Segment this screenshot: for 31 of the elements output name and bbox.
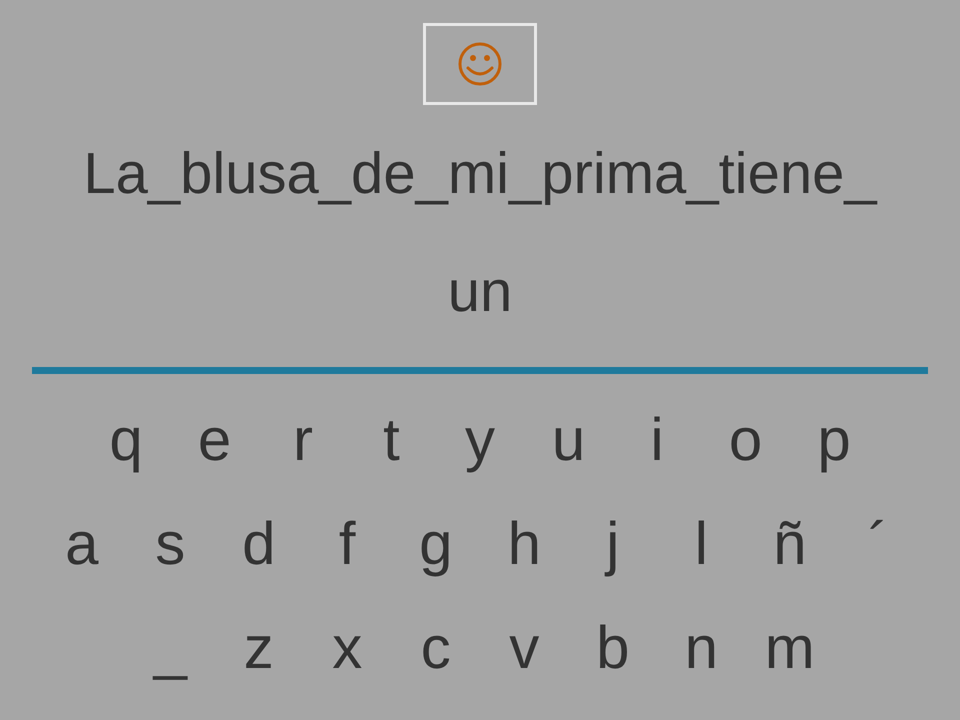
- letter-key[interactable]: v: [480, 613, 568, 683]
- letter-key[interactable]: b: [568, 613, 657, 683]
- letter-key[interactable]: s: [126, 509, 214, 579]
- letter-key[interactable]: n: [657, 613, 746, 683]
- letter-key[interactable]: h: [480, 509, 568, 579]
- letter-key[interactable]: m: [746, 613, 834, 683]
- letter-key[interactable]: q: [82, 405, 170, 475]
- letter-key[interactable]: z: [214, 613, 303, 683]
- letter-key[interactable]: d: [214, 509, 303, 579]
- sentence-text: La_blusa_de_mi_prima_tiene_: [83, 140, 877, 208]
- letter-key[interactable]: u: [524, 405, 613, 475]
- letter-key[interactable]: e: [170, 405, 259, 475]
- letter-key[interactable]: ´: [834, 509, 922, 579]
- hint-button[interactable]: [423, 23, 537, 105]
- letter-key[interactable]: t: [347, 405, 436, 475]
- letter-key[interactable]: y: [436, 405, 524, 475]
- letter-key[interactable]: a: [38, 509, 126, 579]
- letter-key[interactable]: o: [701, 405, 790, 475]
- letter-key[interactable]: c: [392, 613, 480, 683]
- letter-key[interactable]: r: [258, 405, 348, 475]
- smiley-icon: [458, 42, 502, 86]
- letter-key[interactable]: l: [657, 509, 746, 579]
- letter-key[interactable]: g: [392, 509, 480, 579]
- letter-key[interactable]: p: [790, 405, 878, 475]
- letter-key[interactable]: f: [303, 509, 392, 579]
- letter-key[interactable]: _: [126, 613, 214, 683]
- letter-key[interactable]: j: [568, 509, 657, 579]
- sentence-text: un: [448, 258, 512, 326]
- letter-key[interactable]: x: [303, 613, 392, 683]
- letter-key[interactable]: ñ: [746, 509, 834, 579]
- letter-key[interactable]: i: [612, 405, 702, 475]
